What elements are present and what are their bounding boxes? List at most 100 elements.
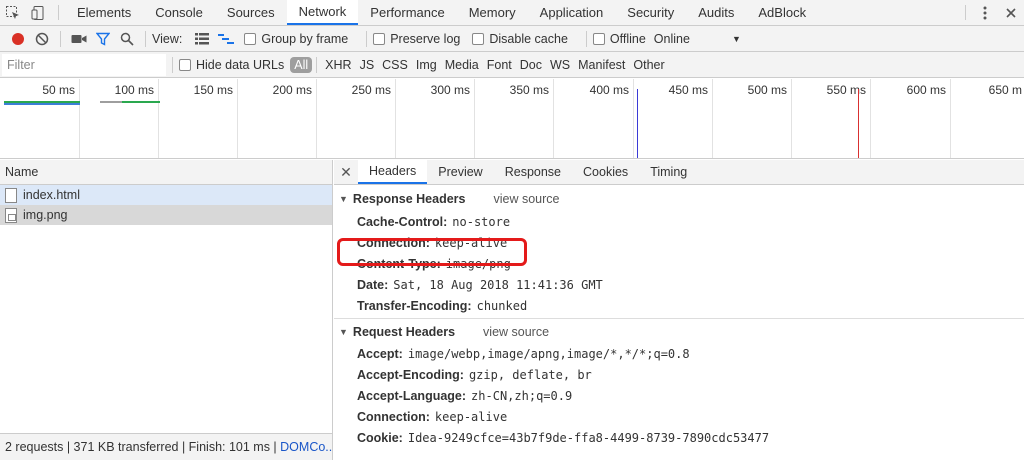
- separator: [366, 30, 368, 47]
- request-row-index[interactable]: index.html: [0, 185, 332, 205]
- filter-icon[interactable]: [91, 27, 115, 51]
- checkbox-box[interactable]: [592, 32, 605, 45]
- filter-input[interactable]: [2, 53, 166, 76]
- large-rows-icon[interactable]: [190, 27, 214, 51]
- network-summary-bar: 2 requests | 371 KB transferred | Finish…: [0, 433, 332, 460]
- header-row-cookie: Cookie: Idea-9249cfce=43b7f9de-ffa8-4499…: [334, 427, 1024, 448]
- tab-memory[interactable]: Memory: [457, 0, 528, 25]
- header-row-connection: Connection: keep-alive: [334, 232, 1024, 253]
- name-column-header[interactable]: Name: [0, 160, 332, 185]
- chevron-down-icon: ▼: [731, 33, 741, 44]
- disable-cache-label: Disable cache: [489, 31, 568, 46]
- timeline-tick: 200 ms: [238, 79, 317, 158]
- dom-content-loaded-link[interactable]: DOMCo...: [280, 440, 332, 454]
- load-event-marker: [858, 89, 859, 158]
- filter-type-img[interactable]: Img: [412, 58, 441, 72]
- triangle-down-icon: ▼: [339, 327, 348, 337]
- record-icon[interactable]: [6, 27, 30, 51]
- filter-type-font[interactable]: Font: [483, 58, 516, 72]
- tab-console[interactable]: Console: [143, 0, 215, 25]
- hide-data-urls-checkbox[interactable]: Hide data URLs: [179, 58, 284, 72]
- filter-bar: Hide data URLs All XHR JS CSS Img Media …: [0, 52, 1024, 78]
- timeline-tick: 600 ms: [871, 79, 951, 158]
- separator: [60, 30, 61, 47]
- device-toolbar-icon[interactable]: [26, 0, 52, 25]
- tab-timing[interactable]: Timing: [639, 160, 698, 184]
- offline-label: Offline: [609, 31, 646, 46]
- tab-security[interactable]: Security: [615, 0, 686, 25]
- network-overview-timeline[interactable]: 50 ms 100 ms 150 ms 200 ms 250 ms 300 ms…: [0, 79, 1024, 159]
- triangle-down-icon: ▼: [339, 194, 348, 204]
- close-icon[interactable]: ✕: [334, 160, 358, 184]
- video-camera-icon[interactable]: [67, 27, 91, 51]
- search-icon[interactable]: [115, 27, 139, 51]
- header-key: Accept-Language:: [357, 388, 467, 403]
- tick-label: 200 ms: [272, 83, 312, 97]
- checkbox-box[interactable]: [179, 58, 191, 71]
- view-source-link[interactable]: view source: [483, 325, 549, 339]
- offline-checkbox[interactable]: Offline: [592, 31, 646, 46]
- timeline-tick: 100 ms: [80, 79, 159, 158]
- response-headers-title: Response Headers: [352, 192, 466, 206]
- separator: [58, 5, 59, 20]
- tab-response[interactable]: Response: [494, 160, 572, 184]
- checkbox-box[interactable]: [373, 32, 386, 45]
- checkbox-box[interactable]: [472, 32, 485, 45]
- request-headers-title: Request Headers: [352, 325, 456, 339]
- tab-performance[interactable]: Performance: [358, 0, 456, 25]
- tab-adblock[interactable]: AdBlock: [746, 0, 818, 25]
- view-source-link[interactable]: view source: [493, 192, 559, 206]
- view-label: View:: [152, 31, 183, 46]
- filter-type-media[interactable]: Media: [441, 58, 483, 72]
- tab-sources[interactable]: Sources: [215, 0, 287, 25]
- more-options-icon[interactable]: [972, 0, 998, 25]
- filter-type-ws[interactable]: WS: [546, 58, 574, 72]
- tab-audits[interactable]: Audits: [686, 0, 746, 25]
- clear-icon[interactable]: [30, 27, 54, 51]
- preserve-log-label: Preserve log: [390, 31, 461, 46]
- separator: [316, 56, 318, 73]
- header-value: no-store: [452, 214, 511, 229]
- header-key: Cookie:: [357, 430, 403, 445]
- request-detail-panel: ✕ Headers Preview Response Cookies Timin…: [334, 160, 1024, 460]
- header-key: Accept-Encoding:: [357, 367, 464, 382]
- header-value: chunked: [476, 298, 528, 313]
- filter-type-css[interactable]: CSS: [378, 58, 412, 72]
- header-value: Idea-9249cfce=43b7f9de-ffa8-4499-8739-78…: [407, 430, 770, 445]
- filter-type-manifest[interactable]: Manifest: [574, 58, 629, 72]
- inspect-element-icon[interactable]: [0, 0, 26, 25]
- throttle-select[interactable]: Online ▼: [654, 32, 741, 46]
- header-value: keep-alive: [434, 235, 508, 250]
- filter-type-other[interactable]: Other: [629, 58, 668, 72]
- dom-content-loaded-marker: [637, 89, 638, 158]
- tab-network[interactable]: Network: [286, 0, 359, 25]
- response-headers-section[interactable]: ▼ Response Headers view source: [334, 188, 1024, 210]
- disable-cache-checkbox[interactable]: Disable cache: [472, 32, 568, 46]
- request-headers-section[interactable]: ▼ Request Headers view source: [334, 321, 1024, 343]
- header-key: Cache-Control:: [357, 214, 448, 229]
- request-row-img[interactable]: img.png: [0, 205, 332, 225]
- tab-application[interactable]: Application: [528, 0, 616, 25]
- tick-label: 150 ms: [193, 83, 233, 97]
- header-row-accept-encoding: Accept-Encoding: gzip, deflate, br: [334, 364, 1024, 385]
- request-bar-index-download: [4, 103, 80, 105]
- filter-type-xhr[interactable]: XHR: [321, 58, 355, 72]
- filter-type-doc[interactable]: Doc: [516, 58, 546, 72]
- tab-preview[interactable]: Preview: [427, 160, 493, 184]
- close-devtools-icon[interactable]: [998, 0, 1024, 25]
- waterfall-overview-icon[interactable]: [214, 27, 238, 51]
- filter-type-all[interactable]: All: [290, 56, 313, 73]
- filter-type-js[interactable]: JS: [356, 58, 379, 72]
- group-by-frame-label: Group by frame: [261, 31, 349, 46]
- hide-data-urls-label: Hide data URLs: [196, 57, 285, 72]
- preserve-log-checkbox[interactable]: Preserve log: [373, 32, 460, 46]
- separator: [145, 30, 146, 47]
- group-by-frame-checkbox[interactable]: Group by frame: [244, 32, 348, 46]
- tab-elements[interactable]: Elements: [65, 0, 143, 25]
- timeline-tick: 250 ms: [317, 79, 396, 158]
- checkbox-box[interactable]: [244, 32, 257, 45]
- tab-headers[interactable]: Headers: [358, 160, 428, 184]
- tab-cookies[interactable]: Cookies: [572, 160, 639, 184]
- tick-label: 650 m: [988, 83, 1022, 97]
- header-key: Connection:: [357, 409, 430, 424]
